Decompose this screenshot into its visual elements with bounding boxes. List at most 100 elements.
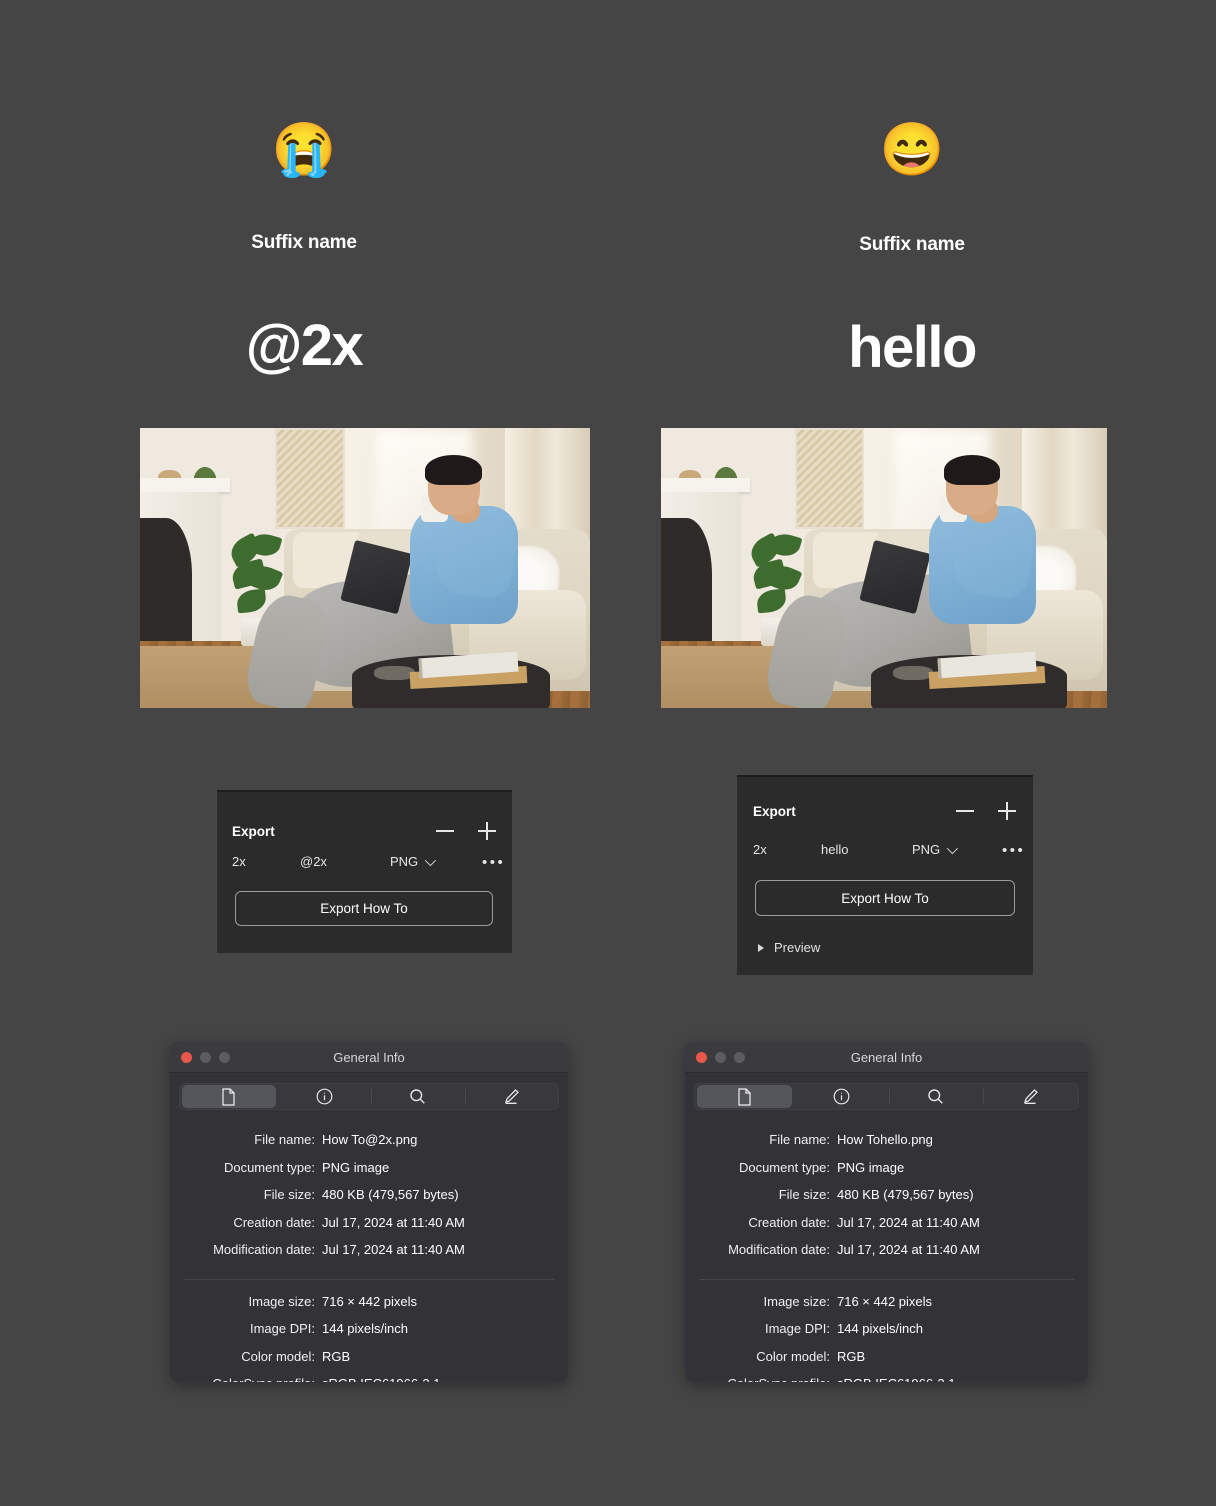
export-format-select[interactable]: PNG bbox=[912, 842, 959, 857]
grinning-face-with-smiling-eyes-icon: 😄 bbox=[879, 121, 945, 179]
export-format-select[interactable]: PNG bbox=[390, 854, 437, 869]
minus-icon[interactable] bbox=[955, 801, 975, 821]
info-value: 480 KB (479,567 bytes) bbox=[322, 1187, 459, 1202]
info-row: Creation date: Jul 17, 2024 at 11:40 AM bbox=[685, 1209, 1088, 1237]
export-settings-row: 2x @2x PNG ••• bbox=[232, 854, 503, 872]
info-value: 480 KB (479,567 bytes) bbox=[837, 1187, 974, 1202]
close-button[interactable] bbox=[181, 1051, 192, 1063]
triangle-right-icon bbox=[758, 943, 764, 952]
info-rows-top: File name: How To@2x.png Document type: … bbox=[170, 1110, 568, 1272]
window-titlebar: General Info bbox=[685, 1042, 1088, 1073]
export-panel: Export 2x hello PNG ••• Export How To Pr… bbox=[737, 775, 1033, 975]
info-row: Document type: PNG image bbox=[685, 1154, 1088, 1182]
tab-document[interactable] bbox=[697, 1085, 792, 1108]
info-row: Image size: 716 × 442 pixels bbox=[685, 1288, 1088, 1316]
info-value: How To@2x.png bbox=[322, 1132, 418, 1147]
info-label: Image size: bbox=[763, 1293, 830, 1309]
info-value: How Tohello.png bbox=[837, 1132, 933, 1147]
info-label: Document type: bbox=[738, 1159, 830, 1175]
export-how-to-button[interactable]: Export How To bbox=[755, 880, 1015, 916]
info-value: sRGB IEC61966-2.1 bbox=[837, 1370, 956, 1382]
export-how-to-button[interactable]: Export How To bbox=[235, 891, 493, 926]
info-value: Jul 17, 2024 at 11:40 AM bbox=[322, 1214, 465, 1230]
plus-icon[interactable] bbox=[477, 821, 497, 841]
tab-info[interactable] bbox=[794, 1085, 889, 1108]
minimize-button[interactable] bbox=[200, 1051, 211, 1063]
suffix-value-text: @2x bbox=[245, 313, 364, 378]
info-row: File name: How Tohello.png bbox=[685, 1126, 1088, 1154]
info-value: RGB bbox=[837, 1348, 866, 1364]
export-panel-title: Export bbox=[232, 823, 275, 839]
info-row: Modification date: Jul 17, 2024 at 11:40… bbox=[685, 1236, 1088, 1264]
info-row: File size: 480 KB (479,567 bytes) bbox=[685, 1181, 1088, 1209]
info-divider bbox=[699, 1278, 1074, 1280]
export-preview-photo bbox=[661, 428, 1107, 708]
info-row: Image DPI: 144 pixels/inch bbox=[685, 1315, 1088, 1343]
comparison-panel-left: 😭 Suffix name @2x Export 2x @2x PNG ••• … bbox=[0, 0, 608, 1506]
minimize-button[interactable] bbox=[715, 1051, 726, 1063]
info-row: ColorSync profile: sRGB IEC61966-2.1 bbox=[170, 1370, 568, 1382]
maximize-button[interactable] bbox=[219, 1051, 230, 1063]
info-label: Color model: bbox=[241, 1348, 315, 1364]
info-value: sRGB IEC61966-2.1 bbox=[322, 1370, 441, 1382]
info-label: ColorSync profile: bbox=[685, 1370, 837, 1382]
window-title: General Info bbox=[850, 1049, 923, 1065]
preview-disclosure[interactable]: Preview bbox=[758, 940, 820, 955]
export-panel-header: Export bbox=[232, 821, 497, 841]
tab-document[interactable] bbox=[182, 1085, 276, 1108]
info-label: Image size: bbox=[248, 1293, 315, 1309]
tab-info[interactable] bbox=[278, 1085, 372, 1108]
chevron-down-icon bbox=[946, 842, 959, 855]
export-scale-value[interactable]: 2x bbox=[232, 854, 246, 869]
info-label: Creation date: bbox=[748, 1214, 830, 1230]
info-label: Image DPI: bbox=[249, 1321, 315, 1336]
tab-edit[interactable] bbox=[983, 1085, 1078, 1108]
traffic-lights bbox=[181, 1051, 230, 1063]
info-rows-top: File name: How Tohello.png Document type… bbox=[685, 1110, 1088, 1272]
export-scale-value[interactable]: 2x bbox=[753, 842, 767, 857]
info-row: Document type: PNG image bbox=[170, 1154, 568, 1182]
comparison-panel-right: 😄 Suffix name hello Export 2x hello PNG … bbox=[608, 0, 1216, 1506]
window-titlebar: General Info bbox=[170, 1042, 568, 1073]
general-info-window: General Info bbox=[170, 1042, 568, 1382]
info-row: Image DPI: 144 pixels/inch bbox=[170, 1315, 568, 1343]
tab-search[interactable] bbox=[888, 1085, 984, 1108]
info-rows-bottom: Image size: 716 × 442 pixels Image DPI: … bbox=[685, 1288, 1088, 1383]
suffix-value-text: hello bbox=[848, 315, 977, 380]
export-preview-photo bbox=[140, 428, 590, 708]
export-suffix-value[interactable]: hello bbox=[821, 842, 848, 857]
info-row: Image size: 716 × 442 pixels bbox=[170, 1288, 568, 1316]
export-panel-title: Export bbox=[753, 803, 796, 819]
info-row: Color model: RGB bbox=[685, 1343, 1088, 1371]
export-format-value: PNG bbox=[390, 854, 419, 869]
maximize-button[interactable] bbox=[734, 1051, 745, 1063]
export-settings-row: 2x hello PNG ••• bbox=[753, 842, 1023, 860]
plus-icon[interactable] bbox=[997, 801, 1017, 821]
close-button[interactable] bbox=[696, 1051, 707, 1063]
info-label: File name: bbox=[769, 1132, 830, 1147]
info-divider bbox=[184, 1278, 554, 1280]
ellipsis-icon[interactable]: ••• bbox=[1002, 842, 1025, 859]
info-value: 144 pixels/inch bbox=[837, 1321, 923, 1336]
info-row: File size: 480 KB (479,567 bytes) bbox=[170, 1181, 568, 1209]
loudly-crying-face-icon: 😭 bbox=[271, 121, 337, 179]
info-row: Creation date: Jul 17, 2024 at 11:40 AM bbox=[170, 1209, 568, 1237]
preview-label: Preview bbox=[774, 940, 821, 955]
minus-icon[interactable] bbox=[435, 821, 455, 841]
info-label: File size: bbox=[778, 1187, 830, 1202]
info-label: Modification date: bbox=[213, 1242, 315, 1257]
export-suffix-value[interactable]: @2x bbox=[300, 854, 327, 869]
info-value: PNG image bbox=[837, 1159, 905, 1175]
info-label: Modification date: bbox=[728, 1242, 830, 1257]
info-tabbar bbox=[694, 1083, 1079, 1110]
general-info-window: General Info bbox=[685, 1042, 1088, 1382]
suffix-name-heading: Suffix name bbox=[251, 232, 357, 253]
photo-scene bbox=[140, 428, 590, 708]
traffic-lights bbox=[696, 1051, 745, 1063]
info-label: Color model: bbox=[756, 1348, 830, 1364]
export-panel-header: Export bbox=[753, 801, 1017, 821]
tab-edit[interactable] bbox=[464, 1085, 559, 1108]
tab-search[interactable] bbox=[371, 1085, 465, 1108]
export-panel: Export 2x @2x PNG ••• Export How To bbox=[217, 790, 512, 953]
ellipsis-icon[interactable]: ••• bbox=[482, 854, 505, 871]
